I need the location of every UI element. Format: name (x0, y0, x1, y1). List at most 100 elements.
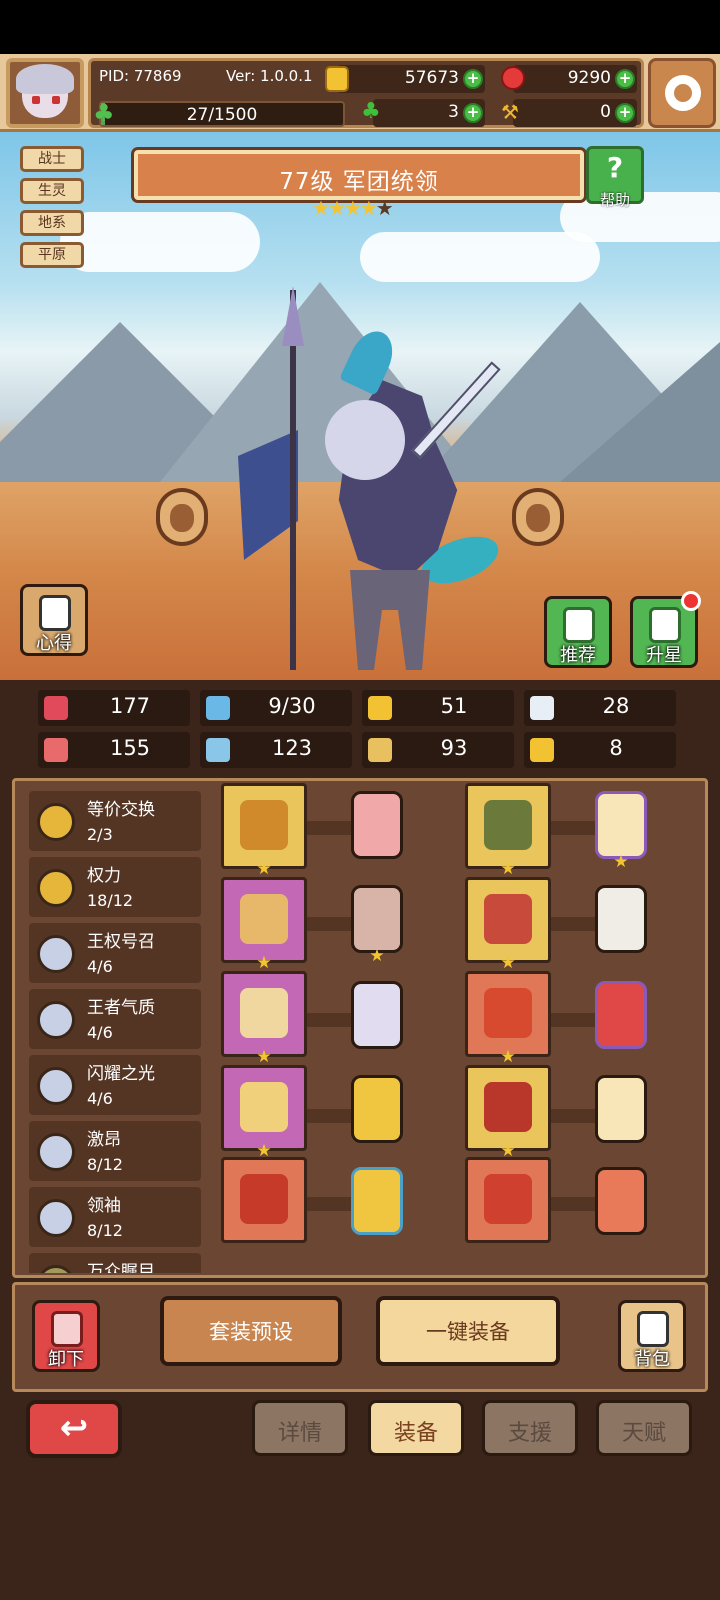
rune-socket[interactable] (595, 981, 647, 1049)
silver-medal-icon (37, 935, 75, 973)
set-item[interactable]: 权力 18/12 (29, 857, 201, 917)
set-count: 4/6 (87, 957, 113, 976)
hammer-icon: ⚒ (501, 100, 519, 124)
backpack-button[interactable]: 背包 (618, 1300, 686, 1372)
tab-support[interactable]: 支援 (482, 1400, 578, 1456)
set-count: 8/12 (87, 1221, 123, 1240)
tag-class: 战士 (20, 146, 84, 172)
auto-equip-button[interactable]: 一键装备 (376, 1296, 560, 1366)
notes-button[interactable]: 心得 (20, 584, 88, 656)
player-avatar[interactable] (6, 58, 84, 128)
stat-health: 177 (38, 690, 190, 726)
horseshoe-icon (530, 738, 554, 762)
add-gem-button[interactable]: + (615, 69, 635, 89)
equipment-slot-belt[interactable]: ★ (465, 1065, 551, 1161)
set-item[interactable]: 闪耀之光 4/6 (29, 1055, 201, 1115)
rune-socket[interactable] (595, 1167, 647, 1235)
back-button[interactable]: ↩ (26, 1400, 122, 1458)
arrow-left-icon (170, 504, 194, 532)
tab-details[interactable]: 详情 (252, 1400, 348, 1456)
belt-icon (484, 1082, 532, 1132)
stat-value: 93 (440, 736, 468, 760)
slot-star: ★ (500, 1047, 516, 1067)
gold-coin-icon (325, 66, 349, 92)
gem-amount: 9290 (567, 68, 611, 88)
set-bonus-list[interactable]: 等价交换 2/3 权力 18/12 王权号召 4/6 王者气质 4/6 闪耀之光 4/6 … (29, 791, 201, 1273)
slot-connector (549, 821, 595, 835)
hero-tags: 战士 生灵 地系 平原 (20, 146, 86, 274)
equipment-slot-armor[interactable]: ★ (465, 783, 551, 879)
set-item[interactable]: 领袖 8/12 (29, 1187, 201, 1247)
slot-star: ★ (500, 953, 516, 973)
hero-sprite (230, 286, 560, 680)
slot-connector (549, 1013, 595, 1027)
heart-icon (44, 696, 68, 720)
tab-equipment[interactable]: 装备 (368, 1400, 464, 1456)
equipment-slot-gloves[interactable]: ★ (465, 971, 551, 1067)
rune-socket[interactable] (595, 1075, 647, 1143)
red-helmet-icon (240, 1174, 288, 1224)
set-item[interactable]: 王者气质 4/6 (29, 989, 201, 1049)
slot-connector (305, 1109, 351, 1123)
auto-equip-label: 一键装备 (426, 1320, 510, 1344)
set-item[interactable]: 激昂 8/12 (29, 1121, 201, 1181)
set-item[interactable]: 等价交换 2/3 (29, 791, 201, 851)
star-filled-icon: ★ (343, 196, 362, 220)
set-name: 王者气质 (87, 998, 155, 1018)
rune-socket[interactable]: ★ (595, 791, 647, 872)
slot-star: ★ (256, 953, 272, 973)
ruby-icon (501, 66, 525, 90)
silver-medal-icon (37, 1133, 75, 1171)
slot-connector (549, 917, 595, 931)
set-item[interactable]: 万众瞩目 (29, 1253, 201, 1273)
unequip-button[interactable]: 卸下 (32, 1300, 100, 1372)
add-gold-button[interactable]: + (463, 69, 483, 89)
hammer-counter: ⚒ 0 + (501, 99, 637, 127)
thumbs-up-icon (563, 607, 595, 643)
previous-hero-button[interactable] (156, 488, 208, 546)
set-count: 4/6 (87, 1023, 113, 1042)
stat-speed: 28 (524, 690, 676, 726)
equipment-slot-cloak[interactable]: ★ (465, 877, 551, 973)
royal-robe-icon (484, 894, 532, 944)
diamond-gem-icon (240, 1082, 288, 1132)
tab-talent[interactable]: 天赋 (596, 1400, 692, 1456)
equipment-slot-gem[interactable]: ★ (221, 1065, 307, 1161)
slot-star: ★ (256, 859, 272, 879)
rune-socket[interactable] (595, 885, 647, 953)
stat-value: 123 (271, 736, 313, 760)
equipment-slot-helmet[interactable] (221, 1157, 307, 1243)
recommend-button[interactable]: 推荐 (544, 596, 612, 668)
silver-medal-icon (37, 1067, 75, 1105)
add-clover-button[interactable]: + (463, 103, 483, 123)
help-button[interactable]: ? 帮助 (586, 146, 644, 209)
add-hammer-button[interactable]: + (615, 103, 635, 123)
set-item[interactable]: 王权号召 4/6 (29, 923, 201, 983)
slot-connector (305, 917, 351, 931)
equipment-slot-boots[interactable] (465, 1157, 551, 1243)
settings-button[interactable] (648, 58, 716, 128)
set-preset-label: 套装预设 (209, 1320, 293, 1344)
set-preset-button[interactable]: 套装预设 (160, 1296, 342, 1366)
equipment-slot-amulet[interactable]: ★ (221, 877, 307, 973)
backpack-icon (637, 1311, 669, 1347)
tag-race: 生灵 (20, 178, 84, 204)
rune-socket[interactable] (351, 791, 403, 859)
equipment-slot-weapon[interactable]: ★ (221, 783, 307, 879)
notification-dot (681, 591, 701, 611)
book-icon (206, 738, 230, 762)
boots-icon (484, 1174, 532, 1224)
star-empty-icon: ★ (375, 196, 394, 220)
set-count: 18/12 (87, 891, 134, 910)
clover-amount: 3 (448, 102, 459, 122)
star-up-button[interactable]: 升星 (630, 591, 701, 668)
recommend-label: 推荐 (560, 645, 596, 666)
rune-socket[interactable] (351, 1167, 403, 1235)
equipment-slot-necklace[interactable]: ★ (221, 971, 307, 1067)
slot-connector (549, 1109, 595, 1123)
tab-label: 支援 (507, 1421, 552, 1446)
rune-socket[interactable] (351, 981, 403, 1049)
rune-socket[interactable]: ★ (351, 885, 403, 966)
star-up-label: 升星 (646, 645, 682, 666)
rune-socket[interactable] (351, 1075, 403, 1143)
